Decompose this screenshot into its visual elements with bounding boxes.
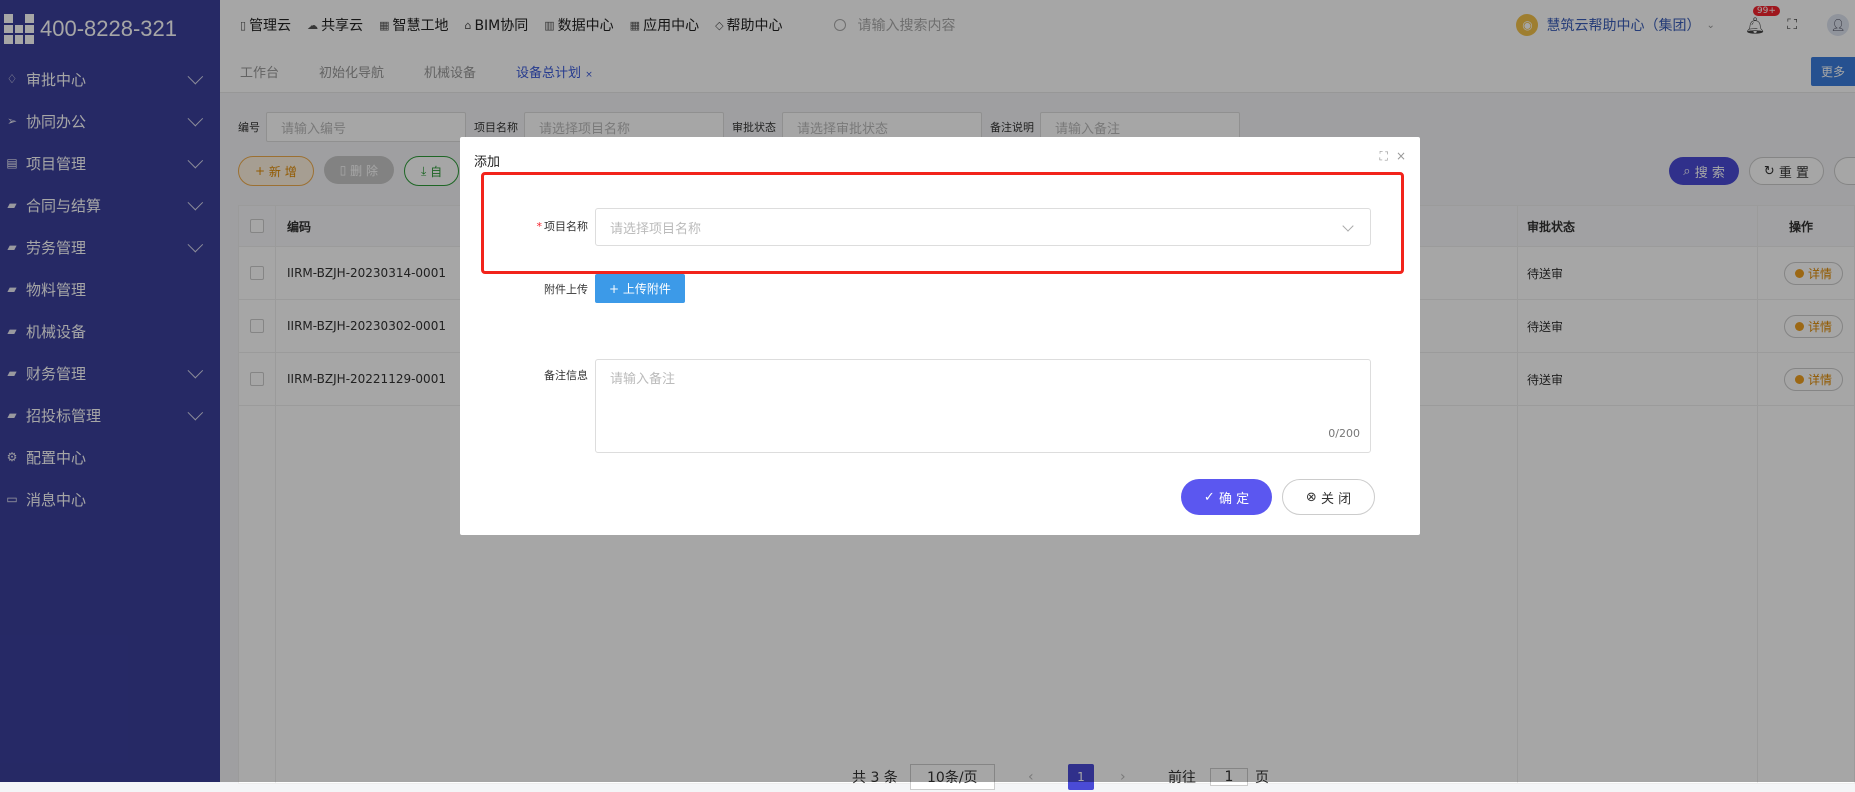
highlight-box — [481, 172, 1404, 274]
remark-placeholder: 请输入备注 — [610, 372, 676, 387]
check-icon: ✓ — [1203, 489, 1219, 505]
remark-label: 备注信息 — [544, 369, 588, 382]
dialog-title: 添加 — [474, 155, 501, 170]
maximize-icon[interactable]: ⛶ — [1380, 149, 1388, 164]
plus-icon: + — [609, 281, 623, 296]
close-button-label: 关 闭 — [1320, 491, 1352, 507]
close-icon[interactable]: × — [1396, 149, 1406, 164]
upload-button[interactable]: + 上传附件 — [595, 274, 685, 303]
close-circle-icon: ⊗ — [1305, 489, 1321, 505]
dialog-controls: ⛶ × — [1372, 149, 1406, 164]
close-button[interactable]: ⊗ 关 闭 — [1282, 479, 1375, 515]
confirm-button[interactable]: ✓ 确 定 — [1181, 479, 1272, 515]
upload-label: 附件上传 — [544, 283, 588, 296]
upload-button-label: 上传附件 — [622, 282, 671, 296]
remark-textarea[interactable]: 请输入备注 0/200 — [595, 359, 1371, 453]
confirm-button-label: 确 定 — [1218, 491, 1250, 507]
char-counter: 0/200 — [1328, 427, 1360, 440]
